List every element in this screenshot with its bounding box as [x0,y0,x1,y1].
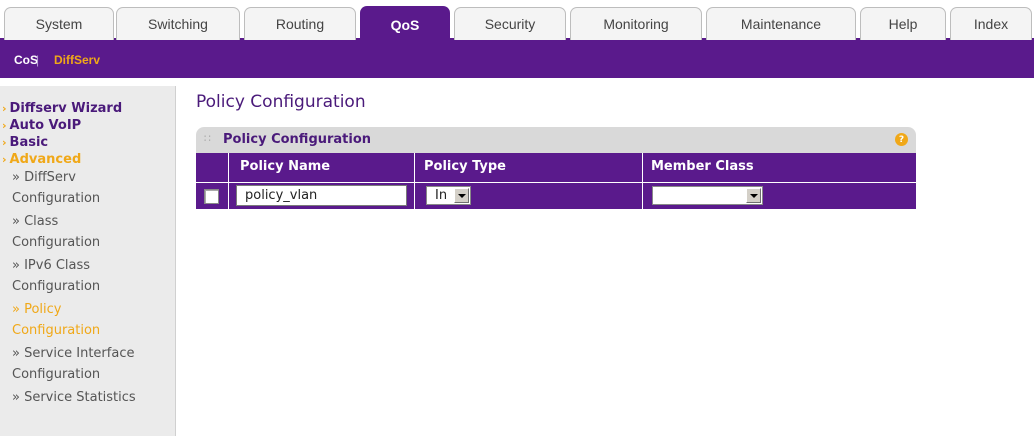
sidebar-item-basic[interactable]: › Basic [2,135,48,150]
table-column-divider [642,153,643,209]
sidebar-subitem-line1: » Service Interface [12,346,135,361]
sidebar: › Diffserv Wizard › Auto VoIP › Basic › Adva… [0,86,176,436]
tab-switching[interactable]: Switching [116,7,240,40]
tab-help[interactable]: Help [860,7,946,40]
tab-security[interactable]: Security [454,7,566,40]
sidebar-item-label: Diffserv Wizard [9,101,123,116]
sidebar-item-label: Basic [9,135,49,150]
subnav-diffserv-link[interactable]: DiffServ [54,53,100,67]
sidebar-subitem-line2: Configuration [12,191,101,206]
column-header-policy-type: Policy Type [424,159,506,174]
sidebar-subitem-line1: » Class [12,214,59,229]
sidebar-subitem-ipv6-class-configuration[interactable]: » IPv6 Class Configuration [12,258,100,294]
table-column-divider [414,153,415,209]
sidebar-item-label: Advanced [9,152,82,167]
row-select-checkbox[interactable] [204,189,219,204]
sidebar-item-auto-voip[interactable]: › Auto VoIP [2,118,81,133]
chevron-right-icon: › [2,119,7,132]
tab-qos[interactable]: QoS [360,6,450,42]
sidebar-item-label: Auto VoIP [9,118,82,133]
column-header-policy-name: Policy Name [240,159,331,174]
table-column-divider [228,153,229,209]
sidebar-subitem-line2: Configuration [12,367,101,382]
drag-grip-icon: ∷ [204,132,211,145]
sidebar-subitem-line1: » DiffServ [12,170,76,185]
sidebar-subitem-line2: Configuration [12,323,101,338]
sidebar-subitem-service-statistics[interactable]: » Service Statistics [12,390,136,405]
sub-navigation: CoS | DiffServ [0,42,1034,78]
table-row-divider [196,182,916,183]
tab-index[interactable]: Index [950,7,1032,40]
chevron-down-icon[interactable] [454,188,469,203]
chevron-right-icon: › [2,136,7,149]
sidebar-item-diffserv-wizard[interactable]: › Diffserv Wizard [2,101,122,116]
sidebar-subitem-line1: » Service Statistics [12,390,136,405]
sidebar-subitem-line1: » IPv6 Class [12,258,91,273]
sidebar-subitem-line1: » Policy [12,302,62,317]
sidebar-subitem-diffserv-configuration[interactable]: » DiffServ Configuration [12,170,100,206]
sidebar-subitem-class-configuration[interactable]: » Class Configuration [12,214,100,250]
policy-type-value: In [435,188,448,203]
subnav-separator: | [36,53,40,67]
sidebar-subitem-line2: Configuration [12,279,101,294]
sidebar-subitem-policy-configuration[interactable]: » Policy Configuration [12,302,100,338]
tab-maintenance[interactable]: Maintenance [706,7,856,40]
tab-routing[interactable]: Routing [244,7,356,40]
member-class-select[interactable] [652,186,763,205]
page-title: Policy Configuration [196,92,366,112]
tab-system[interactable]: System [4,7,114,40]
tab-monitoring[interactable]: Monitoring [570,7,702,40]
policy-table: Policy Name Policy Type Member Class In [196,153,916,209]
subnav-cos-link[interactable]: CoS [14,53,38,67]
panel-header: ∷ Policy Configuration ? [196,127,916,153]
sidebar-subitem-service-interface-configuration[interactable]: » Service Interface Configuration [12,346,134,382]
column-header-member-class: Member Class [651,159,754,174]
panel-title: Policy Configuration [223,132,372,147]
policy-name-input[interactable] [236,185,407,206]
sidebar-item-advanced[interactable]: › Advanced [2,152,81,167]
policy-configuration-panel: ∷ Policy Configuration ? Policy Name Pol… [196,127,916,209]
sidebar-subitem-line2: Configuration [12,235,101,250]
chevron-right-icon: › [2,102,7,115]
help-icon[interactable]: ? [895,133,908,146]
chevron-down-icon[interactable] [746,188,761,203]
top-tab-bar: System Switching Routing QoS Security Mo… [0,0,1034,42]
policy-type-select[interactable]: In [426,186,471,205]
chevron-down-icon: › [2,153,7,166]
